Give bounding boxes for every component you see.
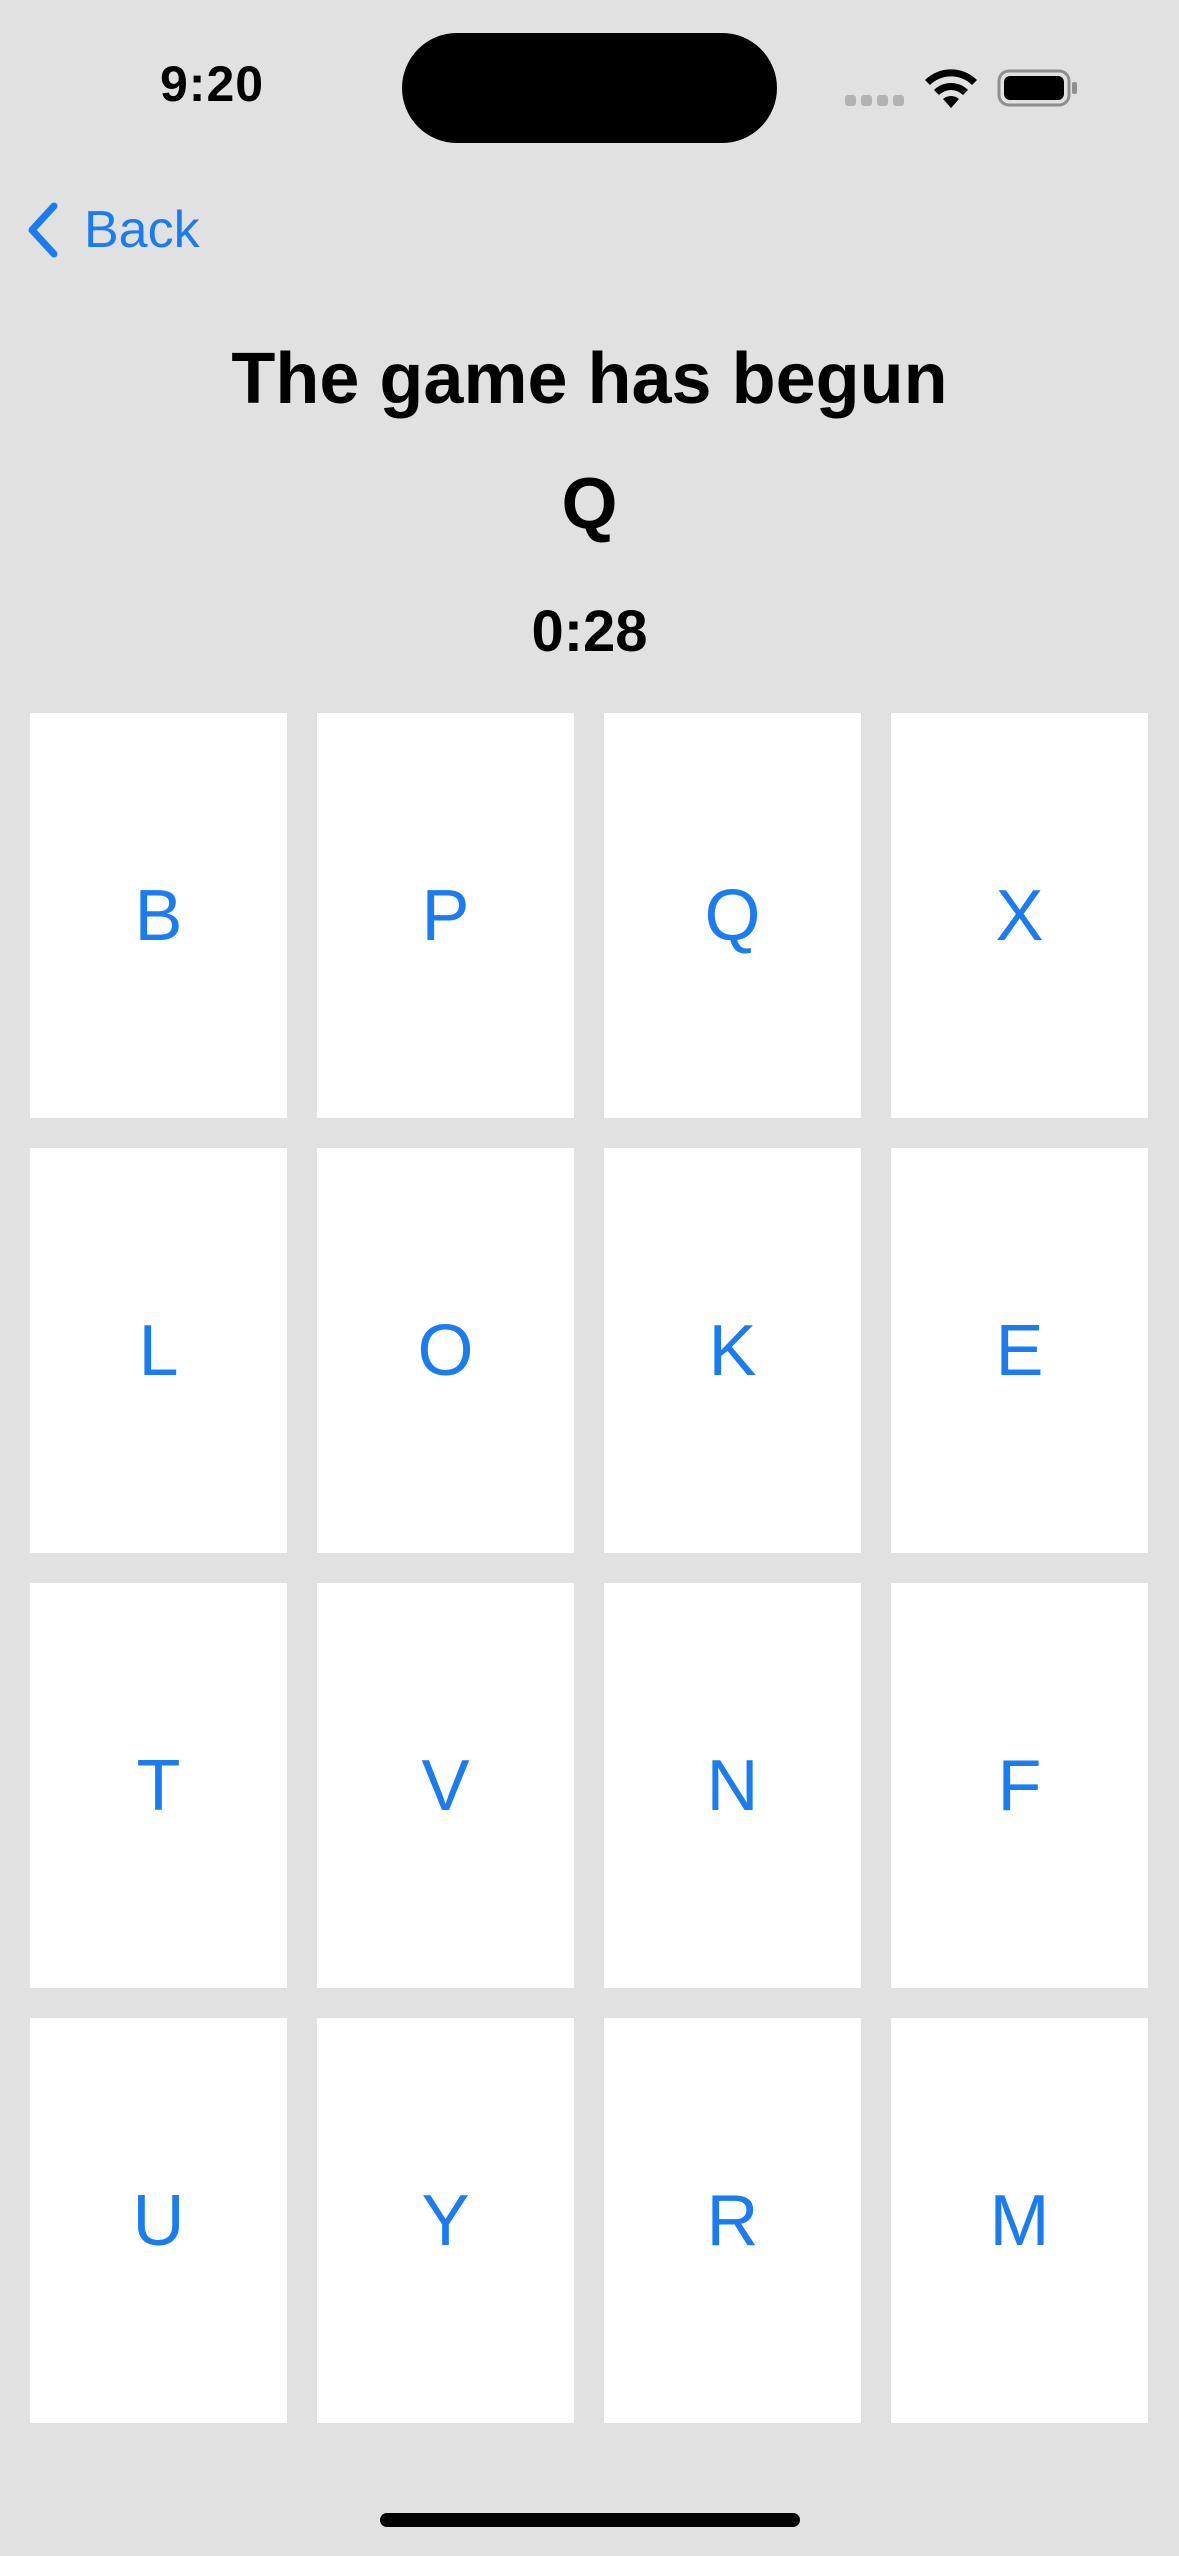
letter-tile[interactable]: F <box>891 1583 1148 1988</box>
tile-letter: M <box>989 2180 1050 2261</box>
letter-tile[interactable]: X <box>891 713 1148 1118</box>
letter-tile[interactable]: M <box>891 2018 1148 2423</box>
cellular-signal-icon <box>845 95 905 107</box>
tile-letter: N <box>706 1745 759 1826</box>
letter-tile[interactable]: U <box>30 2018 287 2423</box>
battery-icon <box>997 69 1077 107</box>
letter-tile[interactable]: E <box>891 1148 1148 1553</box>
back-label: Back <box>84 201 200 259</box>
letter-tile[interactable]: R <box>604 2018 861 2423</box>
tile-letter: V <box>421 1745 470 1826</box>
tile-letter: O <box>417 1310 474 1391</box>
tile-letter: E <box>995 1310 1044 1391</box>
chevron-left-icon <box>28 202 58 258</box>
page-title: The game has begun <box>231 339 948 419</box>
letter-tile[interactable]: P <box>317 713 574 1118</box>
letter-grid: B P Q X L O K E T V N F U Y R M <box>30 713 1149 2423</box>
tile-letter: B <box>134 875 183 956</box>
tile-letter: U <box>132 2180 185 2261</box>
tile-letter: Q <box>704 875 761 956</box>
letter-tile[interactable]: L <box>30 1148 287 1553</box>
letter-tile[interactable]: T <box>30 1583 287 1988</box>
back-button[interactable]: Back <box>24 190 200 270</box>
tile-letter: K <box>708 1310 757 1391</box>
letter-tile[interactable]: K <box>604 1148 861 1553</box>
letter-tile[interactable]: N <box>604 1583 861 1988</box>
tile-letter: P <box>421 875 470 956</box>
target-letter: Q <box>561 464 618 544</box>
letter-tile[interactable]: Q <box>604 713 861 1118</box>
countdown-timer: 0:28 <box>531 599 648 664</box>
tile-letter: R <box>706 2180 759 2261</box>
home-indicator[interactable] <box>380 2513 800 2527</box>
letter-tile[interactable]: B <box>30 713 287 1118</box>
tile-letter: F <box>997 1745 1042 1826</box>
status-bar: 9:20 <box>0 0 1179 170</box>
wifi-icon <box>925 69 977 108</box>
letter-tile[interactable]: V <box>317 1583 574 1988</box>
dynamic-island <box>402 33 777 143</box>
tile-letter: Y <box>421 2180 470 2261</box>
tile-letter: T <box>136 1745 181 1826</box>
letter-tile[interactable]: O <box>317 1148 574 1553</box>
letter-tile[interactable]: Y <box>317 2018 574 2423</box>
tile-letter: L <box>138 1310 179 1391</box>
status-time: 9:20 <box>160 56 265 112</box>
tile-letter: X <box>995 875 1044 956</box>
